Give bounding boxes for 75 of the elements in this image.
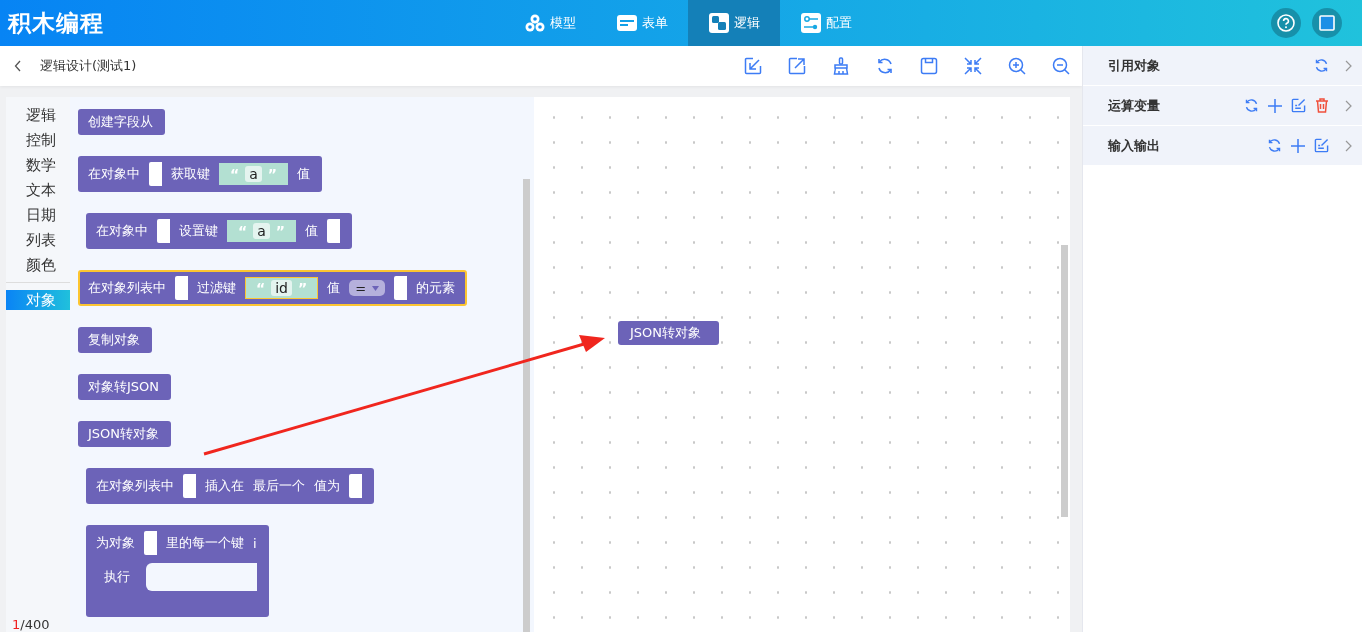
refresh-icon[interactable] <box>1314 58 1329 73</box>
code-block[interactable]: 对象转JSON <box>78 374 172 400</box>
zoom-out-icon <box>1052 57 1070 75</box>
export-icon <box>788 57 806 75</box>
refresh-icon <box>876 57 894 75</box>
category-item[interactable]: 文本 <box>6 178 70 203</box>
app-title: 积木编程 <box>8 8 104 38</box>
input-slot[interactable] <box>183 474 196 498</box>
caret-icon <box>372 285 380 291</box>
category-item[interactable]: 控制 <box>6 128 70 153</box>
category-item[interactable]: 日期 <box>6 203 70 228</box>
panel-row[interactable]: 引用对象 <box>1083 46 1362 86</box>
panel-row[interactable]: 输入输出 <box>1083 126 1362 166</box>
help-icon <box>1277 14 1295 32</box>
square-icon <box>1319 15 1335 31</box>
edit-icon[interactable] <box>1291 98 1306 113</box>
string-field[interactable]: “ id ” <box>245 277 319 299</box>
scrollbar[interactable] <box>523 179 530 632</box>
string-field[interactable]: “ a ” <box>227 220 296 242</box>
cubes-icon <box>524 14 545 32</box>
add-icon[interactable] <box>1268 98 1282 113</box>
chevron-right-icon <box>1345 139 1352 152</box>
input-slot[interactable] <box>149 162 162 186</box>
panel-row[interactable]: 运算变量 <box>1083 86 1362 126</box>
code-block[interactable]: 在对象列表中 过滤键 “ id ” 值 = 的元素 <box>78 270 468 306</box>
form-icon <box>616 15 637 31</box>
export-button[interactable] <box>788 57 806 75</box>
help-button[interactable] <box>1271 8 1301 38</box>
operator-dropdown[interactable]: = <box>349 280 386 296</box>
scrollbar[interactable] <box>1061 245 1068 517</box>
category-item[interactable]: 数学 <box>6 153 70 178</box>
clear-button[interactable] <box>832 57 850 75</box>
save-button[interactable] <box>920 57 938 75</box>
puzzle-icon <box>708 13 729 33</box>
input-slot[interactable] <box>349 474 362 498</box>
refresh-icon[interactable] <box>1244 98 1259 113</box>
input-slot[interactable] <box>394 276 408 300</box>
category-item[interactable]: 列表 <box>6 228 70 253</box>
import-icon <box>744 57 762 75</box>
code-block[interactable]: 为对象 里的每一个键 i 执行 <box>86 525 269 617</box>
import-button[interactable] <box>744 57 762 75</box>
input-slot[interactable] <box>327 219 340 243</box>
page-title: 逻辑设计(测试1) <box>40 57 137 75</box>
collapse-button[interactable] <box>964 57 982 75</box>
input-slot[interactable] <box>175 276 188 300</box>
settings-icon <box>800 13 821 33</box>
collapse-icon <box>964 57 982 75</box>
code-block[interactable]: 在对象中 设置键 “ a ” 值 <box>86 213 352 249</box>
code-block[interactable]: 在对象列表中 插入在 最后一个 值为 <box>86 468 374 504</box>
chevron-right-icon <box>1345 59 1352 72</box>
brush-icon <box>833 57 849 75</box>
code-block[interactable]: 创建字段从 <box>78 109 165 135</box>
zoom-out-button[interactable] <box>1052 57 1070 75</box>
code-block[interactable]: 复制对象 <box>78 327 152 353</box>
chevron-left-icon <box>14 60 22 72</box>
add-icon[interactable] <box>1291 138 1305 153</box>
save-icon <box>920 57 938 75</box>
category-item[interactable]: 颜色 <box>6 253 70 278</box>
code-block[interactable]: 在对象中 获取键 “ a ” 值 <box>78 156 322 192</box>
string-field[interactable]: “ a ” <box>219 163 288 185</box>
edit-icon[interactable] <box>1314 138 1329 153</box>
zoom-in-icon <box>1008 57 1026 75</box>
refresh-button[interactable] <box>876 57 894 75</box>
fullscreen-button[interactable] <box>1312 8 1342 38</box>
code-block[interactable]: JSON转对象 <box>618 321 720 345</box>
refresh-icon[interactable] <box>1267 138 1282 153</box>
input-slot[interactable] <box>144 531 157 555</box>
code-block[interactable]: JSON转对象 <box>78 421 172 447</box>
nav-tab[interactable]: 逻辑 <box>688 0 780 46</box>
block-counter: 1/400 <box>12 617 50 632</box>
delete-icon[interactable] <box>1315 98 1329 113</box>
category-item[interactable]: 逻辑 <box>6 103 70 128</box>
input-slot[interactable] <box>157 219 170 243</box>
zoom-in-button[interactable] <box>1008 57 1026 75</box>
chevron-right-icon <box>1345 99 1352 112</box>
